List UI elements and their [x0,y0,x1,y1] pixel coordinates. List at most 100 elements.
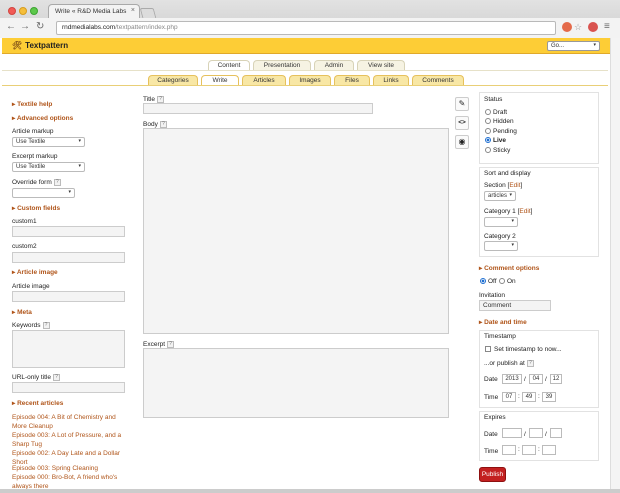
back-icon[interactable]: ← [6,21,16,33]
custom1-input[interactable] [12,226,125,237]
publish-hour-input[interactable]: 07 [502,392,516,402]
expires-heading: Expires [484,414,506,421]
recent-article-link[interactable]: Episode 004: A Bit of Chemistry and More… [12,413,127,431]
article-markup-select[interactable]: Use Textile ▾ [12,137,85,147]
browser-menu-icon[interactable]: ≡ [604,21,610,33]
app-logo-text: Textpattern [25,41,69,50]
title-input[interactable] [143,103,373,114]
publish-second-input[interactable]: 39 [542,392,556,402]
chevron-down-icon: ▾ [593,42,596,48]
invitation-input[interactable]: Comment [479,300,551,311]
publish-button[interactable]: Publish [479,467,506,482]
toggle-arrow-icon: ▸ [479,265,483,272]
status-option-pending[interactable]: Pending [485,128,517,135]
toggle-arrow-icon: ▸ [12,115,16,122]
publish-day-input[interactable]: 12 [550,374,562,384]
help-icon[interactable]: ? [53,374,61,381]
address-bar[interactable]: rndmedialabs.com/textpattern/index.php [56,21,556,35]
custom2-input[interactable] [12,252,125,263]
status-live-label: Live [493,137,507,144]
tab-close-icon[interactable]: × [131,7,135,14]
expires-minute-input[interactable] [522,445,536,455]
advanced-options-toggle[interactable]: ▸ Advanced options [12,114,73,122]
publish-month-input[interactable]: 04 [529,374,543,384]
preview-eye-icon[interactable]: ◉ [455,135,469,149]
expires-hour-input[interactable] [502,445,516,455]
date-time-label: Date and time [484,319,527,326]
go-select[interactable]: Go... ▾ [547,41,600,51]
date-separator: / [545,376,547,383]
page-scrollbar[interactable] [610,38,620,493]
excerpt-markup-select[interactable]: Use Textile ▾ [12,162,85,172]
section-select[interactable]: articles ▾ [484,191,516,201]
edit-pencil-icon[interactable]: ✎ [455,97,469,111]
recent-articles-toggle[interactable]: ▸ Recent articles [12,399,63,407]
help-icon[interactable]: ? [157,96,165,103]
comment-options-toggle[interactable]: ▸ Comment options [479,264,539,272]
override-form-select[interactable]: ▾ [12,188,75,198]
browser-tab[interactable]: Write « R&D Media Labs × [48,4,140,18]
url-only-title-input[interactable] [12,382,125,393]
forward-icon[interactable]: → [20,21,30,33]
expires-day-input[interactable] [550,428,562,438]
radio-icon [485,147,491,154]
chevron-down-icon: ▾ [78,163,81,169]
profile-icon[interactable] [588,22,598,32]
category1-select[interactable]: ▾ [484,217,518,227]
override-form-label: Override form? [12,179,61,186]
recent-article-link[interactable]: Episode 003: A Lot of Pressure, and a Sh… [12,431,127,449]
publish-year-input[interactable]: 2013 [502,374,522,384]
chevron-down-icon: ▾ [68,189,71,195]
set-timestamp-label: Set timestamp to now... [494,346,562,353]
body-textarea[interactable] [143,128,449,334]
maximize-window-button[interactable] [30,7,38,15]
help-icon[interactable]: ? [526,360,534,367]
set-timestamp-checkbox[interactable]: Set timestamp to now... [485,346,562,353]
tab-divider [2,70,608,71]
close-window-button[interactable] [8,7,16,15]
help-icon[interactable]: ? [167,341,175,348]
comments-off-radio[interactable]: Off [480,278,497,285]
date-time-toggle[interactable]: ▸ Date and time [479,318,527,326]
reload-icon[interactable]: ↻ [36,21,44,33]
article-image-input[interactable] [12,291,125,302]
code-view-icon[interactable]: <> [455,116,469,130]
status-draft-label: Draft [493,109,508,116]
radio-selected-icon [480,278,486,285]
custom-fields-toggle[interactable]: ▸ Custom fields [12,204,60,212]
new-tab-button[interactable] [139,8,157,18]
excerpt-textarea[interactable] [143,348,449,418]
article-image-label: Article image [12,283,50,290]
meta-toggle[interactable]: ▸ Meta [12,308,32,316]
category-edit-link[interactable]: Edit [519,208,530,215]
comments-on-radio[interactable]: On [499,278,516,285]
article-image-toggle[interactable]: ▸ Article image [12,268,58,276]
recent-article-link[interactable]: Episode 003: Spring Cleaning [12,464,127,473]
category2-select[interactable]: ▾ [484,241,518,251]
status-option-hidden[interactable]: Hidden [485,118,514,125]
hammer-icon: 🛠 [12,41,23,50]
help-icon[interactable]: ? [159,121,167,128]
status-option-live[interactable]: Live [485,137,506,144]
app-logo[interactable]: 🛠 Textpattern [12,41,68,50]
comment-options-label: Comment options [484,265,540,272]
help-icon[interactable]: ? [53,179,61,186]
expires-second-input[interactable] [542,445,556,455]
section-edit-link[interactable]: Edit [509,182,520,189]
expires-year-input[interactable] [502,428,522,438]
expires-month-input[interactable] [529,428,543,438]
publish-minute-input[interactable]: 49 [522,392,536,402]
help-icon[interactable]: ? [42,322,50,329]
date-separator: / [524,431,526,438]
minimize-window-button[interactable] [19,7,27,15]
textile-help-toggle[interactable]: ▸ Textile help [12,100,52,108]
custom2-label: custom2 [12,243,37,250]
keywords-textarea[interactable] [12,330,125,368]
toggle-arrow-icon: ▸ [12,205,16,212]
bookmark-star-icon[interactable]: ☆ [574,22,584,32]
section-label: Section [Edit] [484,182,523,189]
status-option-sticky[interactable]: Sticky [485,147,510,154]
extension-icon[interactable] [562,22,572,32]
article-image-section-label: Article image [16,269,58,276]
status-option-draft[interactable]: Draft [485,109,507,116]
